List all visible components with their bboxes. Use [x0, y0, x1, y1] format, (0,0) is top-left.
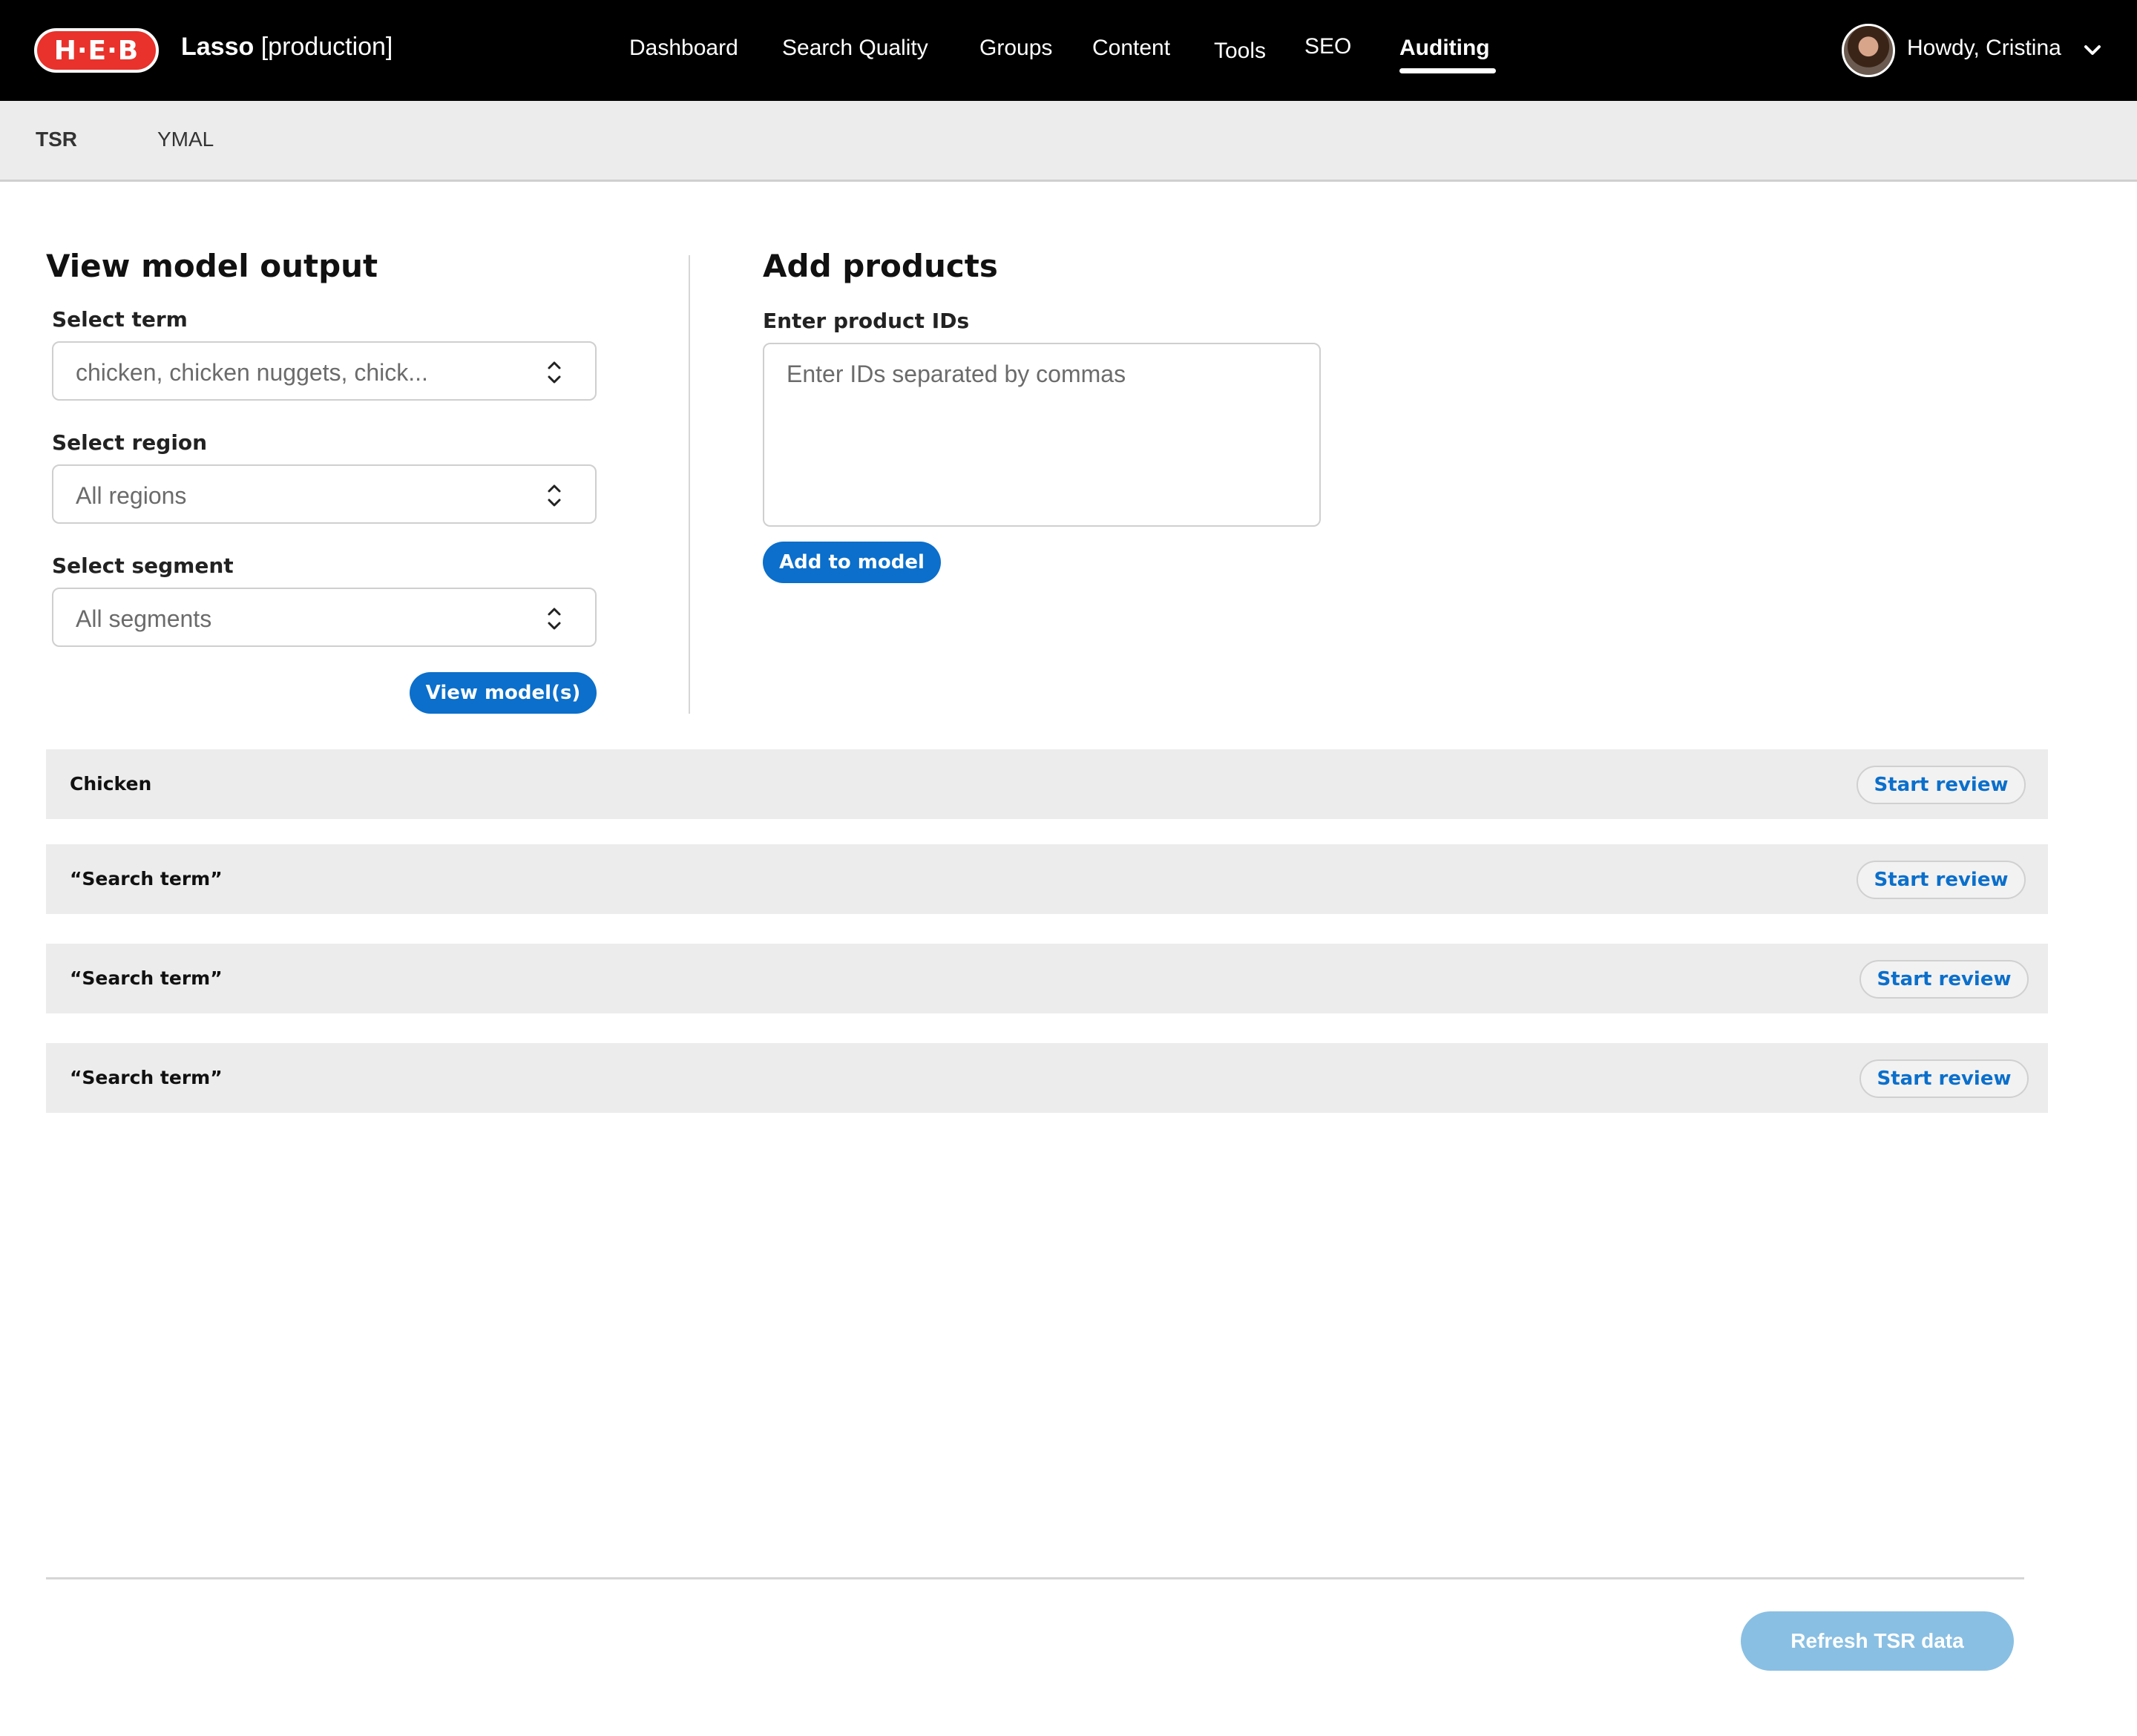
product-ids-label: Enter product IDs — [763, 309, 970, 333]
list-item: “Search term” Start review — [46, 944, 2048, 1013]
sub-navigation: TSR YMAL — [0, 101, 2137, 182]
user-avatar[interactable] — [1842, 24, 1895, 77]
segment-select-value: All segments — [76, 605, 212, 632]
user-greeting[interactable]: Howdy, Cristina — [1907, 36, 2061, 61]
footer-divider — [46, 1577, 2024, 1579]
sort-arrows-icon — [548, 484, 561, 507]
heb-logo[interactable]: H·E·B — [34, 28, 159, 73]
search-term-label: Chicken — [70, 773, 152, 795]
refresh-tsr-data-button[interactable]: Refresh TSR data — [1741, 1611, 2014, 1671]
start-review-button[interactable]: Start review — [1857, 766, 2026, 804]
panel-divider — [689, 255, 690, 714]
app-name: Lasso — [181, 33, 255, 61]
list-item: “Search term” Start review — [46, 844, 2048, 914]
nav-tools[interactable]: Tools — [1214, 39, 1266, 64]
sort-arrows-icon — [548, 361, 561, 384]
product-ids-placeholder: Enter IDs separated by commas — [787, 361, 1126, 387]
app-title: Lasso [production] — [181, 33, 393, 62]
region-select-value: All regions — [76, 482, 187, 509]
nav-content[interactable]: Content — [1092, 36, 1170, 61]
nav-seo[interactable]: SEO — [1304, 34, 1351, 59]
nav-groups[interactable]: Groups — [979, 36, 1052, 61]
add-products-title: Add products — [763, 248, 998, 284]
start-review-button[interactable]: Start review — [1859, 1059, 2029, 1098]
nav-auditing[interactable]: Auditing — [1399, 36, 1490, 61]
select-region-label: Select region — [52, 430, 208, 455]
segment-select[interactable]: All segments — [52, 588, 597, 647]
list-item: Chicken Start review — [46, 749, 2048, 819]
tab-ymal[interactable]: YMAL — [157, 128, 214, 151]
search-term-label: “Search term” — [70, 967, 223, 989]
region-select[interactable]: All regions — [52, 464, 597, 524]
sort-arrows-icon — [548, 608, 561, 630]
logo-text: H·E·B — [53, 35, 139, 66]
term-select-value: chicken, chicken nuggets, chick... — [76, 359, 428, 386]
nav-dashboard[interactable]: Dashboard — [629, 36, 738, 61]
add-to-model-button[interactable]: Add to model — [763, 542, 941, 583]
list-item: “Search term” Start review — [46, 1043, 2048, 1113]
app-environment: [production] — [254, 33, 393, 61]
view-models-button[interactable]: View model(s) — [410, 672, 597, 714]
view-model-title: View model output — [46, 248, 378, 284]
start-review-button[interactable]: Start review — [1859, 960, 2029, 999]
start-review-button[interactable]: Start review — [1857, 861, 2026, 899]
tab-tsr[interactable]: TSR — [36, 128, 77, 151]
product-ids-input[interactable]: Enter IDs separated by commas — [763, 343, 1321, 527]
term-select[interactable]: chicken, chicken nuggets, chick... — [52, 341, 597, 401]
search-term-label: “Search term” — [70, 1067, 223, 1088]
chevron-down-icon[interactable] — [2084, 45, 2101, 56]
top-navigation-bar: H·E·B Lasso [production] Dashboard Searc… — [0, 0, 2137, 101]
select-segment-label: Select segment — [52, 553, 234, 578]
search-term-label: “Search term” — [70, 868, 223, 890]
nav-search-quality[interactable]: Search Quality — [782, 36, 928, 61]
select-term-label: Select term — [52, 307, 188, 332]
active-nav-indicator — [1399, 68, 1496, 73]
